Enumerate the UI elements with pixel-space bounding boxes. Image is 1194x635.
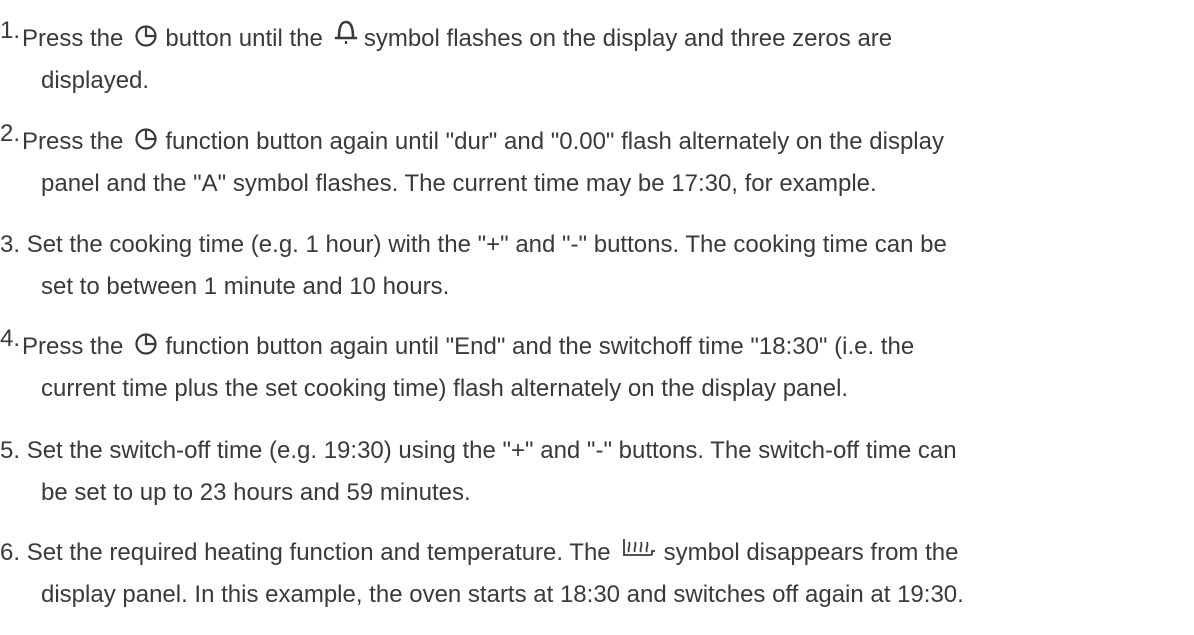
step-text: Set the required heating function and te… xyxy=(26,539,611,566)
step-1-line-2: displayed. xyxy=(41,67,150,94)
list-item: 1. Press the button until the symbol flash… xyxy=(0,17,1194,102)
clock-icon xyxy=(134,332,158,356)
bell-icon xyxy=(332,18,360,46)
step-2-line-1: 2. Press the function button again until … xyxy=(0,120,1194,163)
list-item: 3. Set the cooking time (e.g. 1 hour) wi… xyxy=(0,224,1194,308)
step-text: function button again until "End" and th… xyxy=(165,333,915,360)
step-5-line-2: be set to up to 23 hours and 59 minutes. xyxy=(41,479,471,506)
step-number: 3. xyxy=(0,231,21,258)
step-text: Press the xyxy=(22,128,124,155)
step-number: 4. xyxy=(0,325,21,352)
step-number: 1. xyxy=(0,17,21,44)
list-item: 6. Set the required heating function and… xyxy=(0,532,1194,616)
step-4-line-2: current time plus the set cooking time) … xyxy=(41,375,849,402)
step-3-line-1: 3. Set the cooking time (e.g. 1 hour) wi… xyxy=(0,224,1194,266)
clock-icon xyxy=(134,24,158,48)
list-item: 4. Press the function button again until … xyxy=(0,325,1194,410)
step-6-line-1: 6. Set the required heating function and… xyxy=(0,532,1194,574)
step-number: 5. xyxy=(0,437,21,464)
list-item: 5. Set the switch-off time (e.g. 19:30) … xyxy=(0,430,1194,514)
step-text: Press the xyxy=(22,25,124,52)
step-number: 6. xyxy=(0,539,21,566)
step-3-line-2: set to between 1 minute and 10 hours. xyxy=(41,273,450,300)
step-text: button until the xyxy=(165,25,323,52)
step-text: symbol flashes on the display and three … xyxy=(363,25,893,52)
step-text: Set the cooking time (e.g. 1 hour) with … xyxy=(26,231,947,258)
step-text: Press the xyxy=(22,333,124,360)
step-2-line-2: panel and the "A" symbol flashes. The cu… xyxy=(41,170,877,197)
step-text: symbol disappears from the xyxy=(663,539,959,566)
step-text: function button again until "dur" and "0… xyxy=(165,128,944,155)
step-6-line-2: display panel. In this example, the oven… xyxy=(41,581,964,608)
step-4-line-1: 4. Press the function button again until … xyxy=(0,325,1194,368)
heat-icon xyxy=(620,537,656,559)
step-5-line-1: 5. Set the switch-off time (e.g. 19:30) … xyxy=(0,430,1194,472)
list-item: 2. Press the function button again until … xyxy=(0,120,1194,205)
step-text: Set the switch-off time (e.g. 19:30) usi… xyxy=(26,437,957,464)
step-number: 2. xyxy=(0,120,21,147)
step-1-line-1: 1. Press the button until the symbol flash… xyxy=(0,17,1194,60)
clock-icon xyxy=(134,127,158,151)
